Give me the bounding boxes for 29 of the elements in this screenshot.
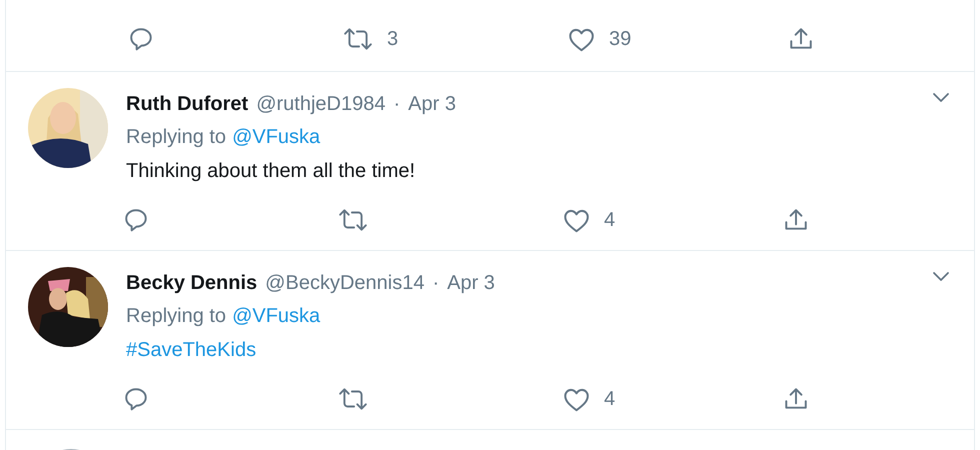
like-count: 4 — [604, 387, 616, 412]
retweet-icon[interactable] — [338, 386, 368, 412]
chevron-down-icon[interactable] — [932, 271, 950, 283]
replying-label: Replying to — [126, 304, 226, 329]
mention-link[interactable]: @VFuska — [232, 299, 320, 333]
author-handle[interactable]: @BeckyDennis14 — [265, 267, 424, 299]
like-count: 39 — [609, 27, 632, 52]
reply-icon[interactable] — [123, 386, 149, 412]
mention-link[interactable]: @VFuska — [232, 120, 320, 154]
author-name[interactable]: Ruth Duforet — [126, 88, 248, 120]
reply-icon[interactable] — [123, 207, 149, 233]
retweet-count: 3 — [387, 27, 398, 52]
heart-icon[interactable] — [563, 386, 590, 412]
hashtag-link[interactable]: #SaveTheKids — [126, 333, 256, 367]
tweet-date[interactable]: Apr 3 — [447, 267, 495, 299]
separator-dot: · — [432, 271, 440, 296]
author-handle[interactable]: @ruthjeD1984 — [256, 88, 386, 120]
tweet-date[interactable]: Apr 3 — [408, 88, 456, 120]
chevron-down-icon[interactable] — [932, 92, 950, 104]
heart-icon[interactable] — [568, 26, 595, 52]
retweet-icon[interactable] — [343, 26, 373, 52]
separator-dot: · — [393, 92, 400, 117]
retweet-icon[interactable] — [338, 207, 368, 233]
author-name[interactable]: Becky Dennis — [126, 267, 258, 299]
tweet-text: Thinking about them all the time! — [126, 159, 416, 184]
like-count: 4 — [604, 208, 616, 233]
reply-icon[interactable] — [128, 26, 154, 52]
heart-icon[interactable] — [563, 208, 590, 232]
replying-label: Replying to — [126, 125, 226, 150]
